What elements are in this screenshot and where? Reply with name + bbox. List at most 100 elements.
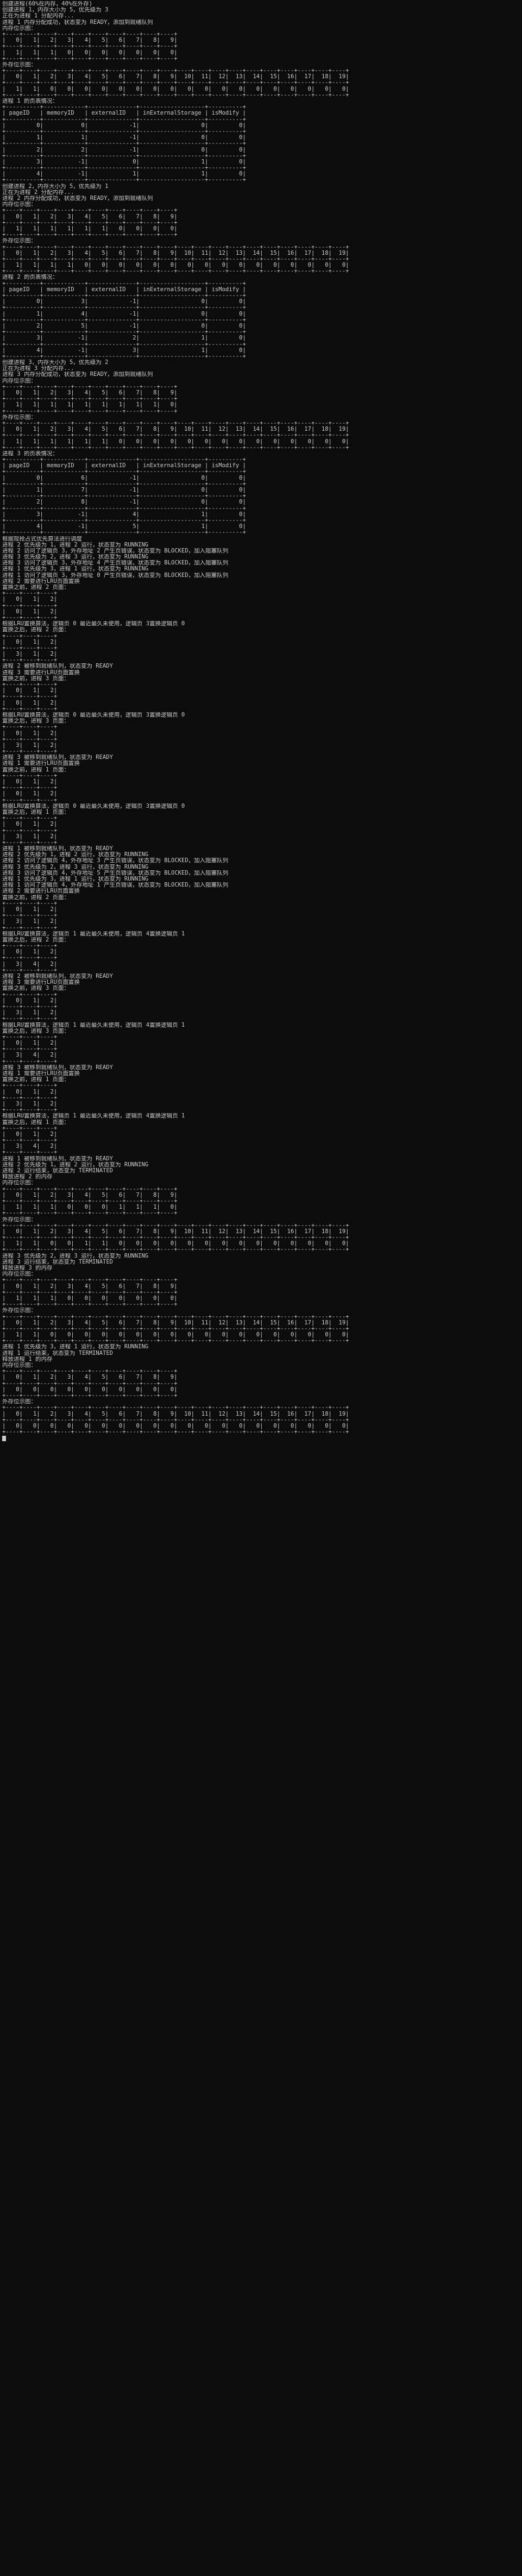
console-output[interactable]: 创建进程(60%在内存，40%在外存) 创建进程 1，内存大小为 5，优先级为 3… — [0, 0, 522, 1442]
console-line: +----+----+----+----+----+----+----+----… — [2, 420, 349, 426]
console-line: +----+----+----+ — [2, 645, 58, 651]
console-line: 进程 2 被移到就绪队列，状态变为 READY — [2, 663, 113, 670]
console-line: +----+----+----+ — [2, 1058, 58, 1065]
console-line: | pageID | memoryID | externalID | inExt… — [2, 463, 246, 469]
console-line: +----+----+----+----+----+----+----+----… — [2, 1186, 178, 1192]
console-line: +----------+------------+--------------+… — [2, 305, 246, 311]
console-line: 内存位示图： — [2, 1271, 36, 1278]
console-line: +----+----+----+----+----+----+----+----… — [2, 1247, 349, 1253]
console-line: +----+----+----+----+----+----+----+----… — [2, 208, 178, 214]
console-line: +----+----+----+ — [2, 913, 58, 919]
console-line: 内存位示图： — [2, 25, 36, 32]
console-line: 进程 2 优先级为 1，进程 2 运行，状态变为 RUNNING — [2, 542, 149, 548]
console-line: 进程 2 访问了逻辑页 4，外存地址 3 产生页错误，状态变为 BLOCKED，… — [2, 858, 229, 864]
console-line: | 1| 4| -1| 0| 0| — [2, 311, 246, 317]
console-line: 置换之前，进程 1 页面： — [2, 1077, 70, 1083]
console-line: +----+----+----+----+----+----+----+----… — [2, 1210, 178, 1217]
console-line: +----+----+----+ — [2, 736, 58, 743]
console-line: 根据LRU置换算法，逻辑页 0 最近最久未使用，逻辑页 3置换逻辑页 0 — [2, 712, 185, 718]
console-line: +----+----+----+----+----+----+----+----… — [2, 1405, 349, 1411]
console-line: | 3| -1| 4| 1| 0| — [2, 511, 246, 518]
console-line: | 0| 1| 2| 3| 4| 5| 6| 7| 8| 9| 10| 11| … — [2, 1228, 349, 1235]
console-line: +----+----+----+----+----+----+----+----… — [2, 1198, 178, 1204]
cursor-icon — [2, 1436, 6, 1442]
console-line: 创建进程 2，内存大小为 5，优先级为 1 — [2, 183, 109, 190]
console-line: 创建进程 1，内存大小为 5，优先级为 3 — [2, 7, 109, 14]
console-line: | 0| 1| 2| — [2, 821, 58, 828]
console-line: +----+----+----+----+----+----+----+----… — [2, 1325, 349, 1332]
console-line: +----+----+----+----+----+----+----+----… — [2, 1277, 178, 1284]
console-line: 正在为进程 1 分配内存... — [2, 13, 74, 20]
console-line: 置换之后，进程 2 页面： — [2, 627, 70, 633]
console-line: | 0| 1| 2| 3| 4| 5| 6| 7| 8| 9| — [2, 1374, 178, 1381]
console-line: 内存位示图： — [2, 202, 36, 208]
console-line: | 0| 1| 2| 3| 4| 5| 6| 7| 8| 9| — [2, 213, 178, 220]
console-line: +----+----+----+ — [2, 1138, 58, 1144]
console-line: 进程 2 访问了逻辑页 3，外存地址 2 产生页错误，状态变为 BLOCKED，… — [2, 548, 229, 554]
console-line: +----+----+----+----+----+----+----+----… — [2, 268, 349, 275]
console-line: 根据LRU置换算法，逻辑页 0 最近最久未使用，逻辑页 3置换逻辑页 0 — [2, 621, 185, 627]
console-line: 根据LRU置换算法，逻辑页 1 最近最久未使用，逻辑页 4置换逻辑页 1 — [2, 1022, 185, 1028]
console-line: 内存位示图： — [2, 1362, 36, 1368]
console-line: +----------+------------+--------------+… — [2, 116, 246, 123]
console-line: 进程 3 优先级为 2，进程 3 运行，状态变为 RUNNING — [2, 864, 149, 870]
console-line: +----------+------------+--------------+… — [2, 280, 246, 287]
console-line: 置换之后，进程 1 页面： — [2, 809, 70, 815]
console-line: +----+----+----+ — [2, 943, 58, 950]
console-line: +----+----+----+----+----+----+----+----… — [2, 1417, 349, 1423]
console-line: | 0| 1| 2| — [2, 791, 58, 797]
console-line: | 0| 0| 0| 0| 0| 0| 0| 0| 0| 0| — [2, 1386, 178, 1393]
console-line: +----+----+----+----+----+----+----+----… — [2, 31, 178, 37]
console-line: | pageID | memoryID | externalID | inExt… — [2, 286, 246, 293]
console-line: | 1| 1| -1| 0| 0| — [2, 135, 246, 141]
console-line: | 0| 1| 2| — [2, 688, 58, 694]
console-line: 内存位示图： — [2, 378, 36, 384]
console-line: 进程 2 优先级为 1，进程 2 运行，状态变为 RUNNING — [2, 852, 149, 858]
console-line: +----+----+----+ — [2, 1095, 58, 1101]
console-line: | 1| 1| 0| 0| 1| 1| 0| 0| 0| 0| 0| 0| 0|… — [2, 1241, 349, 1247]
console-line: 释放进程 2 的内存 — [2, 1174, 53, 1180]
console-line: 进程 2 内存分配成功，状态变为 READY，添加到就绪队列 — [2, 196, 153, 202]
console-line: 释放进程 1 的内存 — [2, 1356, 53, 1362]
console-line: +----+----+----+ — [2, 694, 58, 700]
console-line: +----+----+----+ — [2, 1107, 58, 1114]
console-line: | 1| 1| 1| 0| 0| 0| 1| 1| 1| 0| — [2, 1204, 178, 1211]
console-line: +----+----+----+----+----+----+----+----… — [2, 219, 178, 226]
console-line: +----+----+----+ — [2, 1083, 58, 1089]
console-line: | 1| 1| 1| 1| 1| 1| 0| 0| 0| 0| 0| 0| 0|… — [2, 438, 349, 445]
console-line: | 4| -1| 1| 1| 0| — [2, 171, 246, 178]
console-line: +----+----+----+ — [2, 657, 58, 664]
console-line: | 3| 1| 2| — [2, 1101, 58, 1107]
console-line: +----+----+----+ — [2, 1046, 58, 1053]
console-line: | 0| 1| 2| 3| 4| 5| 6| 7| 8| 9| 10| 11| … — [2, 1411, 349, 1417]
console-line: +----------+------------+--------------+… — [2, 153, 246, 159]
console-line: 置换之前，进程 1 页面： — [2, 766, 70, 773]
console-line: 进程 1 优先级为 3，进程 1 运行，状态变为 RUNNING — [2, 566, 149, 573]
console-prompt-line — [2, 1435, 520, 1442]
console-line: | 1| 1| 1| 1| 1| 1| 0| 0| 0| 0| — [2, 225, 178, 232]
console-line: +----------+------------+--------------+… — [2, 353, 246, 360]
console-line: 进程 3 优先级为 2，进程 3 运行，状态变为 RUNNING — [2, 554, 149, 561]
console-line: | 0| 1| 2| — [2, 608, 58, 615]
console-line: | 0| 0| -1| 0| 0| — [2, 122, 246, 129]
console-line: +----+----+----+ — [2, 602, 58, 609]
console-line: | 0| 6| -1| 0| 0| — [2, 475, 246, 481]
console-line: 创建进程(60%在内存，40%在外存) — [2, 1, 93, 7]
console-line: 进程 1 运行结束，状态变为 TERMINATED — [2, 1350, 114, 1356]
console-line: | 3| -1| 2| 1| 0| — [2, 335, 246, 342]
console-line: 外存位示图： — [2, 1308, 36, 1314]
console-line: 根据LRU置换算法，逻辑页 1 最近最久未使用，逻辑页 4置换逻辑页 1 — [2, 1113, 185, 1120]
console-line: | 0| 1| 2| — [2, 997, 58, 1004]
console-line: +----+----+----+----+----+----+----+----… — [2, 1380, 178, 1387]
console-line: +----------+------------+--------------+… — [2, 469, 246, 475]
console-line: | 0| 3| -1| 0| 0| — [2, 299, 246, 305]
console-line: | 2| 5| -1| 0| 0| — [2, 323, 246, 329]
console-line: | 0| 1| 2| 3| 4| 5| 6| 7| 8| 9| 10| 11| … — [2, 426, 349, 433]
console-line: 置换之前，进程 2 页面： — [2, 894, 70, 901]
console-line: +----+----+----+----+----+----+----+----… — [2, 68, 349, 74]
console-line: 进程 3 被移到就绪队列，状态变为 READY — [2, 1064, 113, 1071]
console-line: +----+----+----+ — [2, 749, 58, 755]
console-line: 置换之后，进程 3 页面： — [2, 1028, 70, 1034]
console-line: +----+----+----+----+----+----+----+----… — [2, 232, 178, 238]
console-line: | 0| 1| 2| 3| 4| 5| 6| 7| 8| 9| 10| 11| … — [2, 250, 349, 256]
